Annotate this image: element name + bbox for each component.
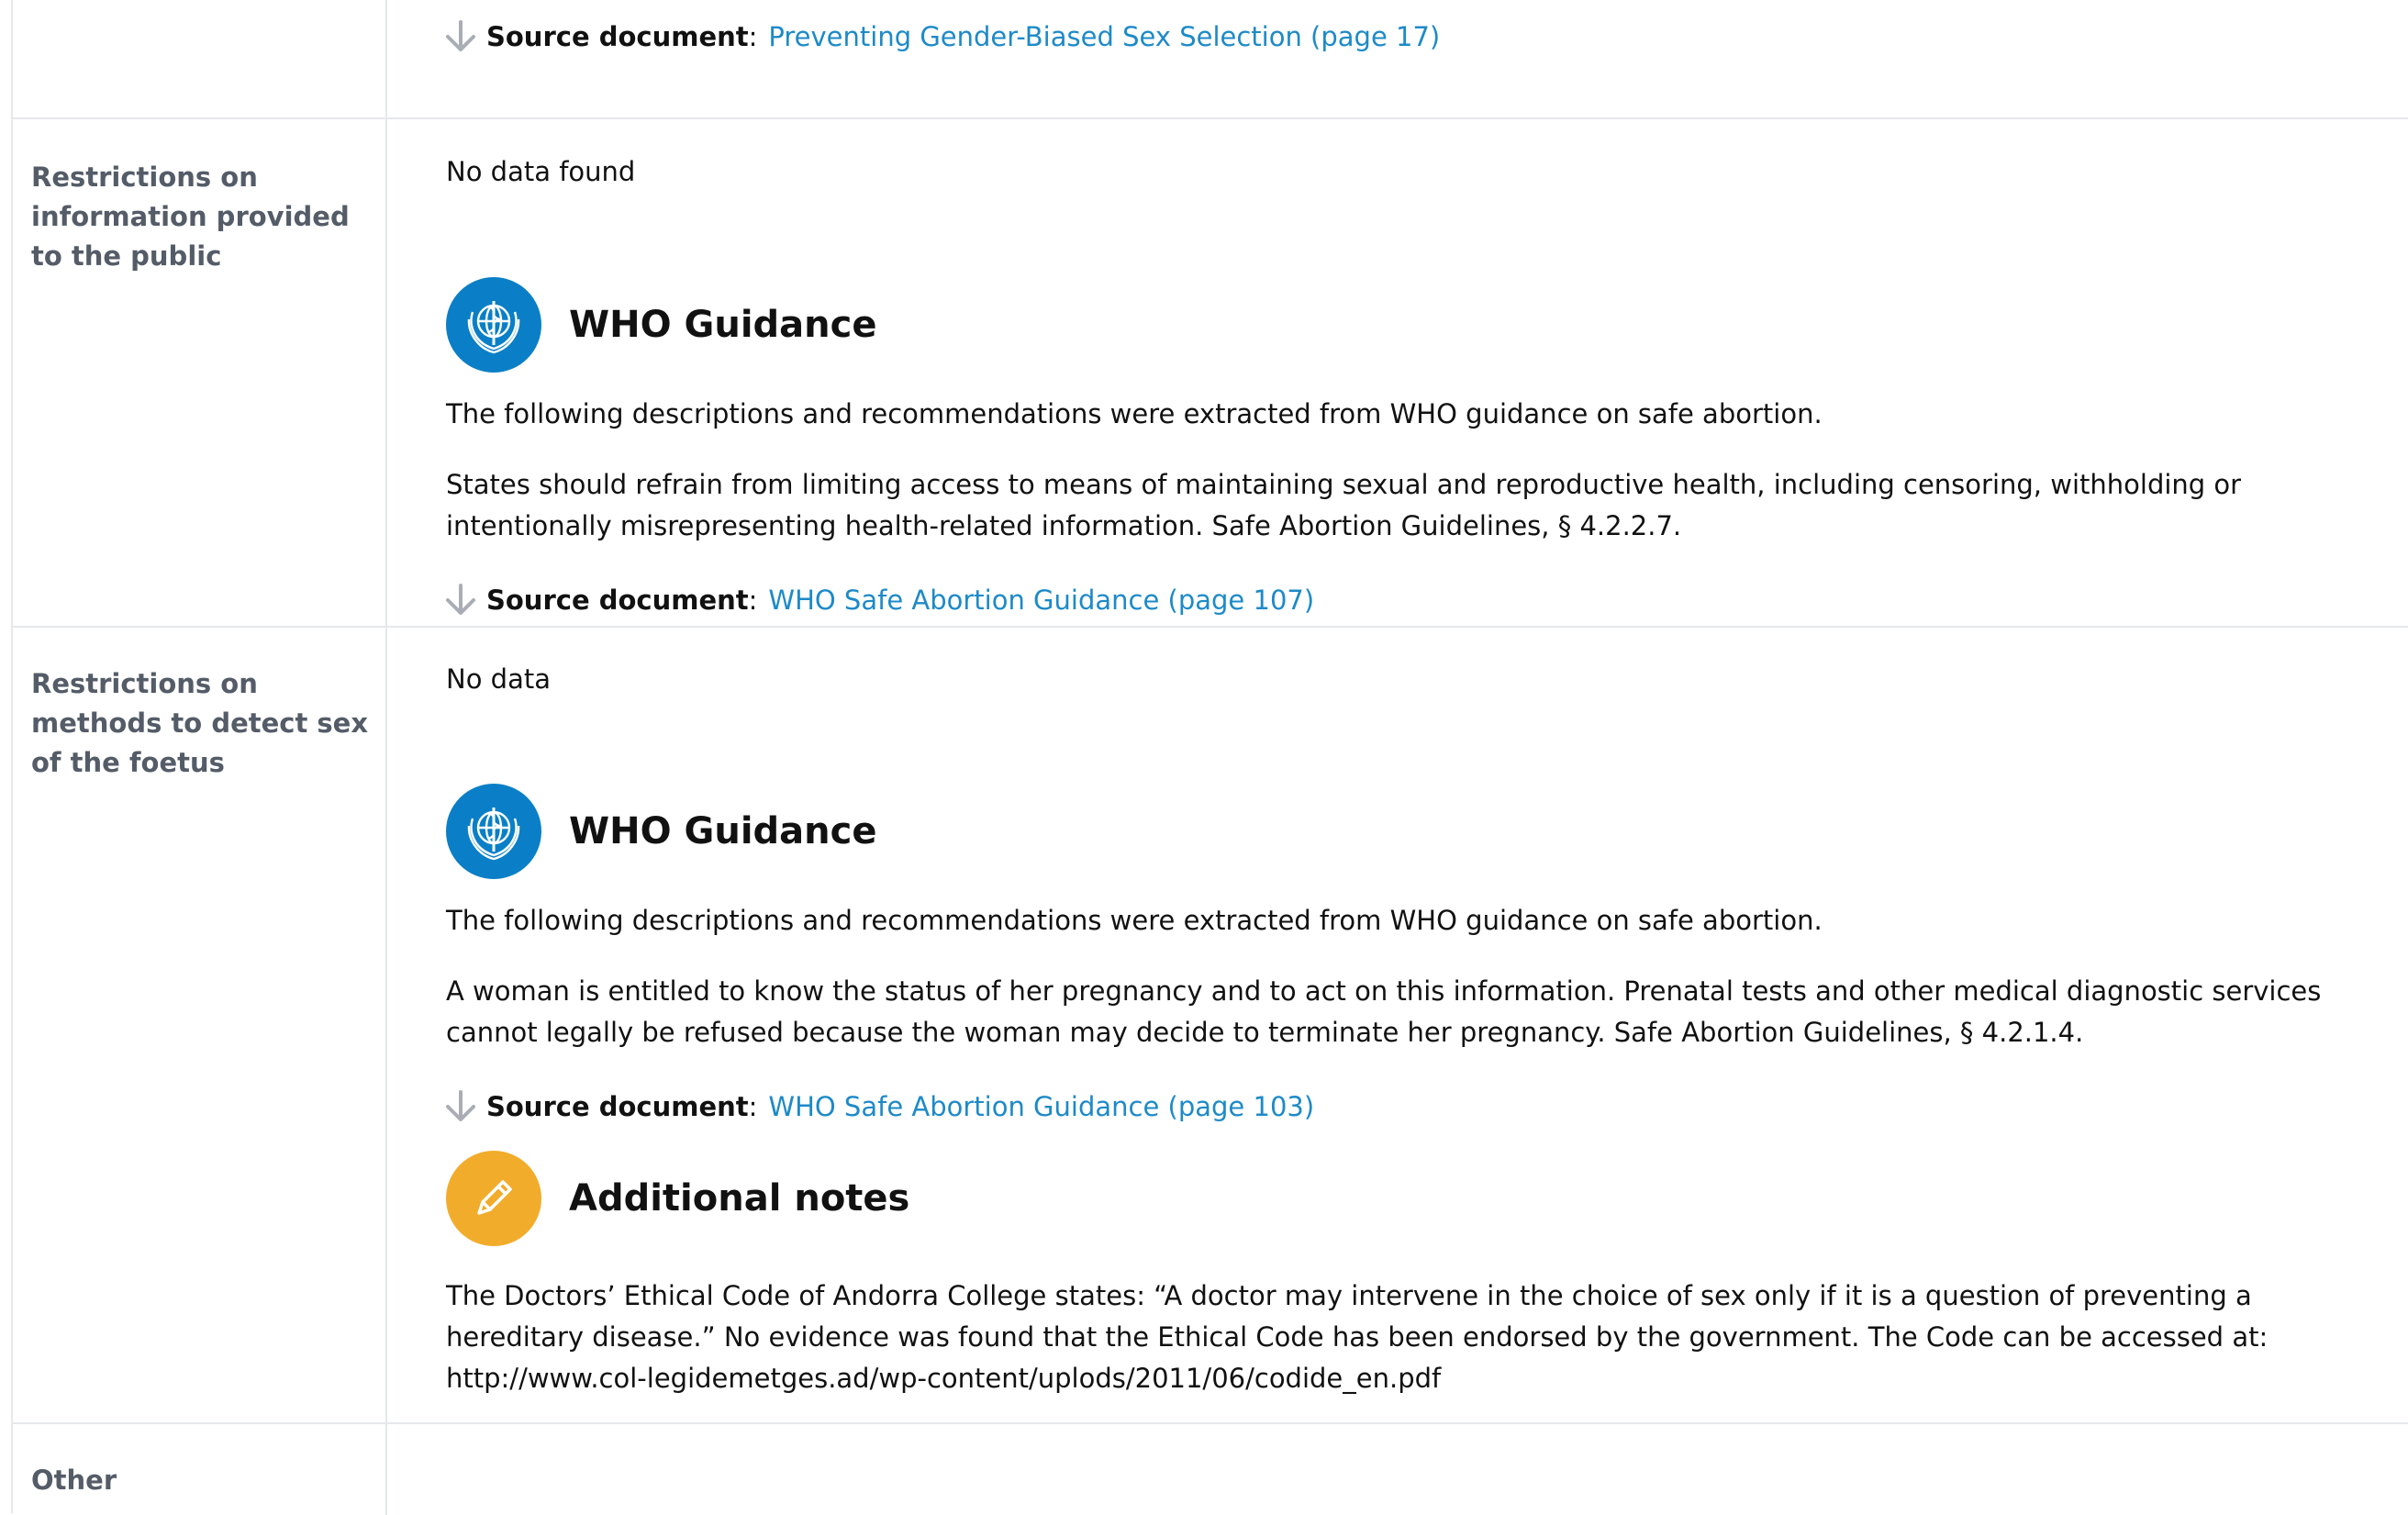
guidance-text: States should refrain from limiting acce… — [446, 469, 2242, 541]
table-row: Source document : Preventing Gender-Bias… — [13, 0, 2408, 117]
source-document: Source document : WHO Safe Abortion Guid… — [440, 1086, 1314, 1127]
row-label: Restrictions on methods to detect sex of… — [31, 668, 369, 778]
row-label: Other — [31, 1465, 117, 1496]
row-label: Restrictions on information provided to … — [31, 162, 350, 272]
source-link[interactable]: WHO Safe Abortion Guidance (page 107) — [768, 585, 1314, 616]
source-document: Source document : Preventing Gender-Bias… — [440, 17, 1440, 57]
source-label: Source document — [486, 21, 749, 52]
who-guidance-header: WHO Guidance — [446, 277, 877, 373]
who-guidance-header: WHO Guidance — [446, 784, 877, 879]
source-label: Source document — [486, 585, 749, 616]
arrow-down-icon — [440, 1086, 481, 1127]
source-colon: : — [748, 585, 758, 616]
table-row: Other — [13, 1422, 2408, 1515]
additional-notes-title: Additional notes — [569, 1177, 910, 1220]
table-row: Restrictions on information provided to … — [13, 117, 2408, 628]
guidance-intro: The following descriptions and recommend… — [446, 398, 1823, 429]
source-label: Source document — [486, 1091, 749, 1122]
who-emblem-icon — [446, 784, 541, 879]
source-link[interactable]: WHO Safe Abortion Guidance (page 103) — [768, 1091, 1314, 1122]
additional-notes-text: The Doctors’ Ethical Code of Andorra Col… — [446, 1280, 2269, 1394]
arrow-down-icon — [440, 17, 481, 57]
guidance-text: A woman is entitled to know the status o… — [446, 975, 2322, 1048]
info-table: Source document : Preventing Gender-Bias… — [11, 0, 2408, 1515]
pencil-icon — [446, 1151, 541, 1246]
source-colon: : — [748, 1091, 758, 1122]
status-text: No data — [446, 663, 551, 695]
who-guidance-title: WHO Guidance — [569, 810, 877, 852]
additional-notes-header: Additional notes — [446, 1151, 909, 1246]
source-colon: : — [748, 21, 758, 52]
column-divider — [385, 0, 387, 117]
column-divider — [385, 628, 387, 1424]
column-divider — [385, 119, 387, 628]
source-document: Source document : WHO Safe Abortion Guid… — [440, 580, 1314, 620]
guidance-intro: The following descriptions and recommend… — [446, 905, 1823, 936]
arrow-down-icon — [440, 580, 481, 620]
column-divider — [385, 1424, 387, 1515]
source-link[interactable]: Preventing Gender-Biased Sex Selection (… — [768, 21, 1440, 52]
who-guidance-title: WHO Guidance — [569, 304, 877, 346]
who-emblem-icon — [446, 277, 541, 373]
table-row: Restrictions on methods to detect sex of… — [13, 626, 2408, 1424]
status-text: No data found — [446, 156, 636, 187]
